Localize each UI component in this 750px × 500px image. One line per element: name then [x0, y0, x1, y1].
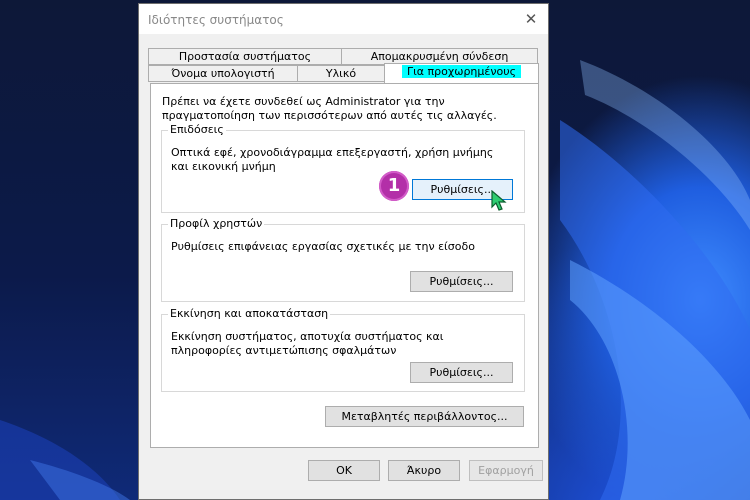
group-title: Προφίλ χρηστών — [168, 217, 265, 231]
environment-variables-button[interactable]: Μεταβλητές περιβάλλοντος... — [325, 406, 524, 427]
startup-settings-button[interactable]: Ρυθμίσεις... — [410, 362, 513, 383]
user-profiles-settings-button[interactable]: Ρυθμίσεις... — [410, 271, 513, 292]
tab-label: Προστασία συστήματος — [178, 50, 312, 63]
group-description: Εκκίνηση συστήματος, αποτυχία συστήματος… — [171, 330, 444, 357]
group-title: Εκκίνηση και αποκατάσταση — [168, 307, 331, 321]
performance-group: Επιδόσεις Οπτικά εφέ, χρονοδιάγραμμα επε… — [161, 123, 525, 213]
advanced-tab-panel: Πρέπει να έχετε συνδεθεί ως Administrato… — [150, 83, 539, 448]
group-description: Ρυθμίσεις επιφάνειας εργασίας σχετικές μ… — [171, 240, 475, 253]
tab-computer-name[interactable]: Όνομα υπολογιστή — [148, 65, 298, 82]
step-number-badge: 1 — [379, 171, 409, 201]
close-button[interactable]: ✕ — [514, 4, 548, 34]
window-title: Ιδιότητες συστήματος — [148, 13, 284, 27]
group-description: Οπτικά εφέ, χρονοδιάγραμμα επεξεργαστή, … — [171, 146, 494, 173]
tab-system-protection[interactable]: Προστασία συστήματος — [148, 48, 342, 65]
user-profiles-group: Προφίλ χρηστών Ρυθμίσεις επιφάνειας εργα… — [161, 217, 525, 302]
apply-button[interactable]: Εφαρμογή — [469, 460, 543, 481]
tab-hardware[interactable]: Υλικό — [297, 65, 385, 82]
arrow-cursor-icon — [491, 190, 507, 211]
tab-label: Για προχωρημένους — [401, 65, 522, 78]
system-properties-dialog: Ιδιότητες συστήματος ✕ Προστασία συστήμα… — [138, 3, 549, 500]
ok-button[interactable]: OK — [308, 460, 380, 481]
tab-label: Απομακρυσμένη σύνδεση — [370, 50, 509, 63]
tab-advanced[interactable]: Για προχωρημένους — [384, 63, 539, 83]
title-bar[interactable]: Ιδιότητες συστήματος ✕ — [139, 4, 548, 34]
tab-label: Όνομα υπολογιστή — [171, 67, 275, 80]
startup-recovery-group: Εκκίνηση και αποκατάσταση Εκκίνηση συστή… — [161, 307, 525, 392]
group-title: Επιδόσεις — [168, 123, 226, 137]
admin-notice: Πρέπει να έχετε συνδεθεί ως Administrato… — [162, 95, 497, 122]
tab-label: Υλικό — [325, 67, 357, 80]
cancel-button[interactable]: Άκυρο — [388, 460, 460, 481]
